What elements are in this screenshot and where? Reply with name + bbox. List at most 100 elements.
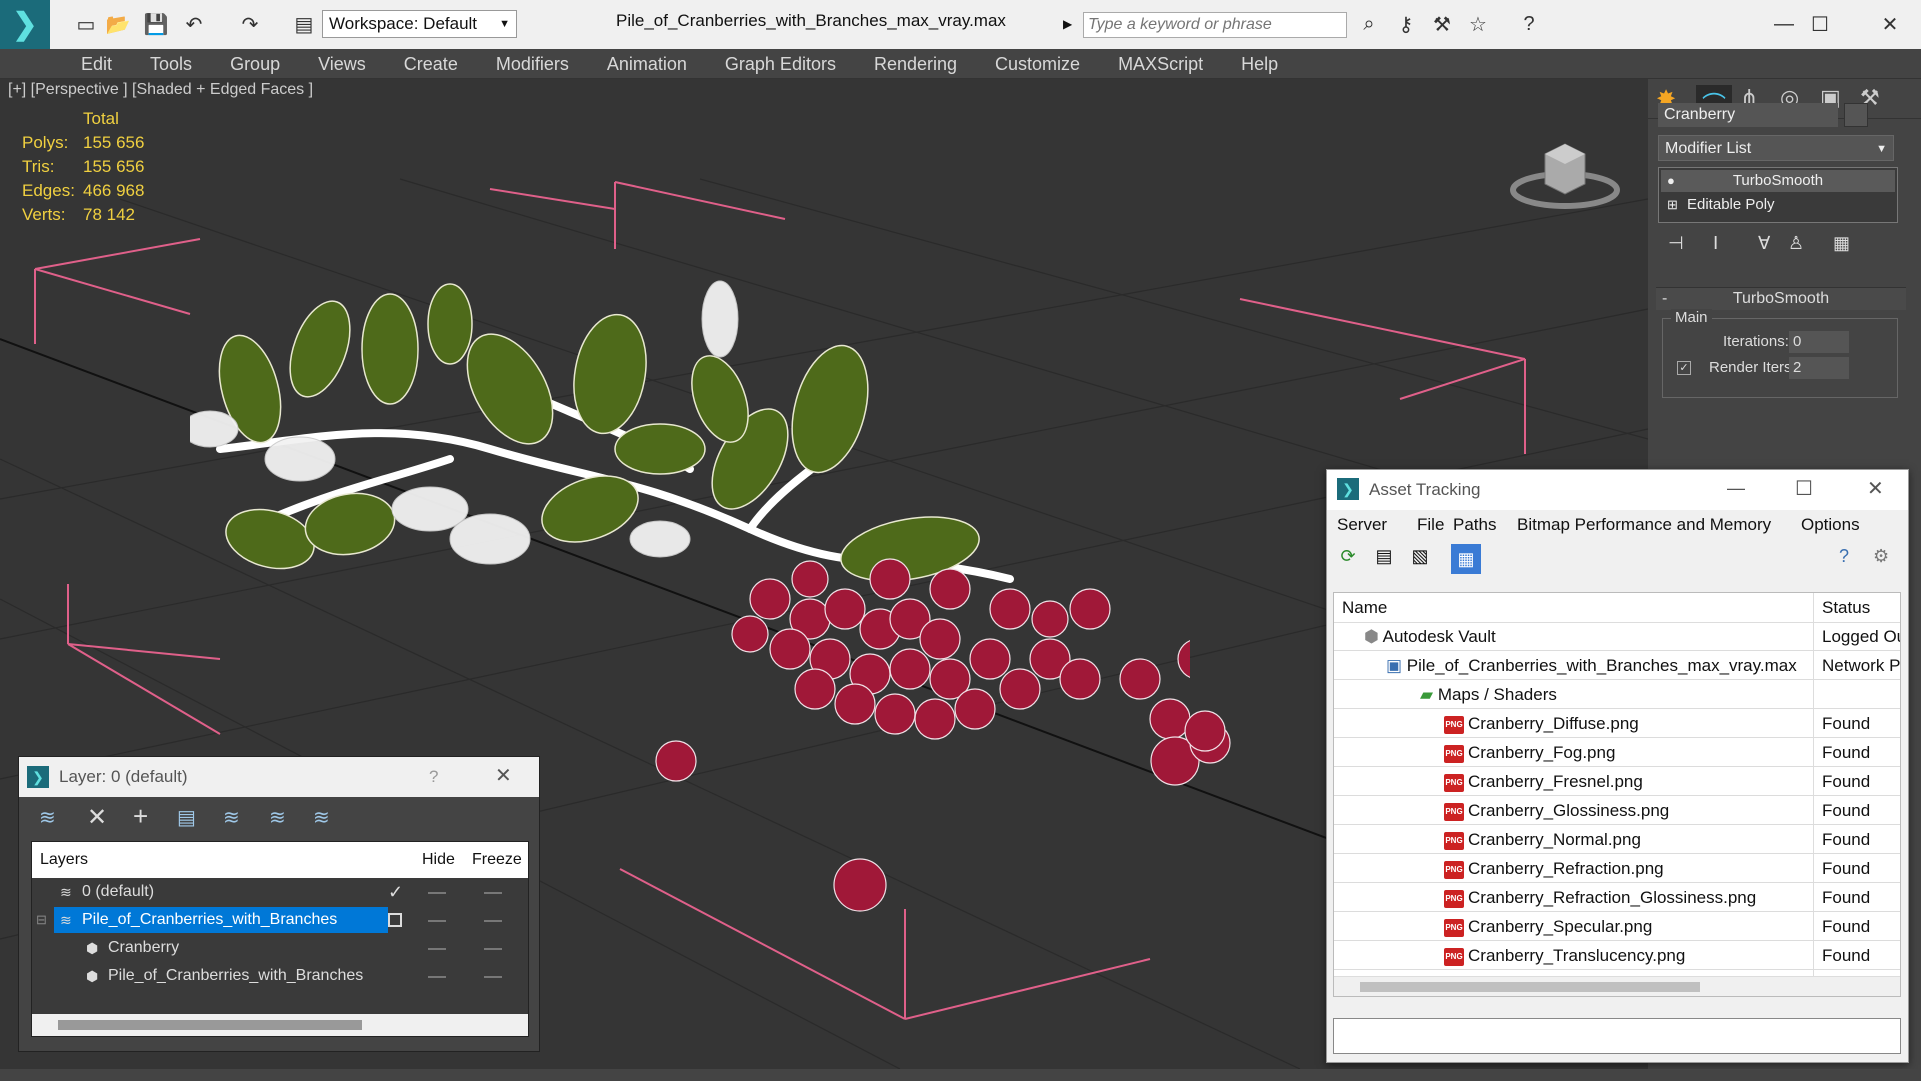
close-icon[interactable]: ✕ [1876,10,1904,38]
menu-rendering[interactable]: Rendering [855,49,976,79]
menu-paths[interactable]: Paths [1453,510,1496,540]
render-iters-spinner[interactable]: 2 [1789,357,1849,379]
object-color-swatch[interactable] [1844,103,1868,127]
render-iters-checkbox[interactable]: ✓ [1677,361,1691,375]
menu-create[interactable]: Create [385,49,477,79]
select-objects-icon[interactable]: ▤ [177,805,196,830]
modifier-turbosmooth[interactable]: ● TurboSmooth [1661,170,1895,192]
col-layers[interactable]: Layers [40,842,88,878]
context-help-icon[interactable]: ⚙ [1873,546,1889,567]
table-row[interactable]: ▰ Maps / Shaders [1334,681,1900,709]
light-bulb-icon[interactable]: ● [1667,170,1675,192]
menu-options[interactable]: Options [1801,510,1860,540]
table-row[interactable]: PNG Cranberry_Fog.png Found [1334,739,1900,767]
close-icon[interactable]: ✕ [495,763,512,788]
layer-window-titlebar[interactable]: ❯ Layer: 0 (default) ? ✕ [19,757,539,797]
scrollbar-thumb[interactable] [58,1020,362,1030]
current-layer-check-icon[interactable]: ✓ [388,878,403,906]
help-icon[interactable]: ? [1839,546,1849,567]
binoculars-icon[interactable]: ⌕ [1355,10,1383,38]
asset-tracking-titlebar[interactable]: ❯ Asset Tracking — ☐ ✕ [1327,470,1908,510]
layer-properties-icon[interactable]: ≋ [313,805,330,830]
menu-animation[interactable]: Animation [588,49,706,79]
make-unique-icon[interactable]: ∀ [1758,233,1770,254]
set-current-box-icon[interactable] [388,913,402,927]
table-row[interactable]: PNG Cranberry_Glossiness.png Found [1334,797,1900,825]
tree-view-icon[interactable]: ▧ [1407,546,1433,572]
rollout-header[interactable]: - TurboSmooth [1656,288,1906,310]
app-logo[interactable]: ❯ [0,0,50,49]
table-row[interactable]: ⬢ Autodesk Vault Logged Ou [1334,623,1900,651]
key-icon[interactable]: ⚷ [1392,10,1420,38]
make-current-icon[interactable]: ≋ [269,805,286,830]
menu-views[interactable]: Views [299,49,385,79]
menu-server[interactable]: Server [1337,510,1387,540]
viewcube-icon[interactable] [1505,124,1625,214]
new-file-icon[interactable]: ▭ [72,10,100,38]
layer-row-object[interactable]: ⬢ Pile_of_Cranberries_with_Branches [32,962,528,990]
modifier-list-dropdown[interactable]: Modifier List ▼ [1658,135,1894,161]
workspace-dropdown[interactable]: Workspace: Default ▼ [322,10,517,38]
scrollbar-thumb[interactable] [1360,982,1700,992]
table-view-icon[interactable]: ▦ [1451,544,1481,574]
path-field[interactable] [1333,1018,1901,1054]
collapse-icon[interactable]: - [1662,288,1667,310]
layer-help-button[interactable]: ? [429,767,438,787]
table-row[interactable]: PNG Cranberry_Translucency.png Found [1334,942,1900,970]
show-end-result-icon[interactable]: Ⅰ [1713,233,1718,254]
create-layer-icon[interactable]: ≋ [39,805,56,830]
search-input[interactable] [1083,12,1347,38]
minimize-icon[interactable]: — [1727,478,1745,499]
menu-modifiers[interactable]: Modifiers [477,49,588,79]
layer-row-pile[interactable]: ⊟ ≋ Pile_of_Cranberries_with_Branches [32,906,528,934]
col-status[interactable]: Status [1822,593,1870,623]
refresh-icon[interactable]: ⟳ [1335,546,1361,572]
pin-stack-icon[interactable]: ⊣ [1668,233,1684,254]
maximize-icon[interactable]: ☐ [1795,476,1813,501]
collapse-icon[interactable]: ⊟ [36,906,47,934]
horizontal-scrollbar[interactable] [1334,976,1900,996]
list-view-icon[interactable]: ▤ [1371,546,1397,572]
table-row[interactable]: ▣ Pile_of_Cranberries_with_Branches_max_… [1334,652,1900,680]
object-name-field[interactable]: Cranberry [1658,103,1838,127]
save-icon[interactable]: 💾 [142,10,170,38]
menu-graph-editors[interactable]: Graph Editors [706,49,855,79]
layer-row-object[interactable]: ⬢ Cranberry [32,934,528,962]
configure-sets-icon[interactable]: ▦ [1833,233,1850,254]
layer-scrollbar[interactable] [32,1014,528,1036]
table-row[interactable]: PNG Cranberry_Diffuse.png Found [1334,710,1900,738]
add-to-layer-icon[interactable]: + [133,801,148,832]
remove-modifier-icon[interactable]: ♙ [1788,233,1804,254]
delete-layer-icon[interactable]: ✕ [87,803,107,832]
maximize-icon[interactable]: ☐ [1806,10,1834,38]
menu-bitmap-performance[interactable]: Bitmap Performance and Memory [1517,510,1771,540]
table-row[interactable]: PNG Cranberry_Specular.png Found [1334,913,1900,941]
viewport-label[interactable]: [+] [Perspective ] [Shaded + Edged Faces… [8,79,313,103]
menu-help[interactable]: Help [1222,49,1297,79]
search-arrow-icon[interactable]: ▶ [1063,12,1079,36]
menu-group[interactable]: Group [211,49,299,79]
menu-customize[interactable]: Customize [976,49,1099,79]
table-row[interactable]: PNG Cranberry_Fresnel.png Found [1334,768,1900,796]
layer-row-default[interactable]: ≋ 0 (default) ✓ [32,878,528,906]
menu-file[interactable]: File [1417,510,1444,540]
help-icon[interactable]: ? [1515,10,1543,38]
expand-icon[interactable]: ⊞ [1667,194,1678,216]
menu-maxscript[interactable]: MAXScript [1099,49,1222,79]
highlight-layer-icon[interactable]: ≋ [223,805,240,830]
undo-icon[interactable]: ↶ [180,10,208,38]
col-hide[interactable]: Hide [422,842,455,878]
redo-icon[interactable]: ↷ [236,10,264,38]
open-file-icon[interactable]: 📂 [104,10,132,38]
iterations-spinner[interactable]: 0 [1789,331,1849,353]
minimize-icon[interactable]: — [1770,10,1798,38]
star-icon[interactable]: ☆ [1464,10,1492,38]
project-folder-icon[interactable]: ▤ [290,10,318,38]
col-name[interactable]: Name [1342,593,1387,623]
menu-edit[interactable]: Edit [62,49,131,79]
close-icon[interactable]: ✕ [1867,476,1884,501]
table-row[interactable]: PNG Cranberry_Refraction_Glossiness.png Fo… [1334,884,1900,912]
table-row[interactable]: PNG Cranberry_Refraction.png Found [1334,855,1900,883]
modifier-editable-poly[interactable]: ⊞ Editable Poly [1661,194,1895,216]
table-row[interactable]: PNG Cranberry_Normal.png Found [1334,826,1900,854]
